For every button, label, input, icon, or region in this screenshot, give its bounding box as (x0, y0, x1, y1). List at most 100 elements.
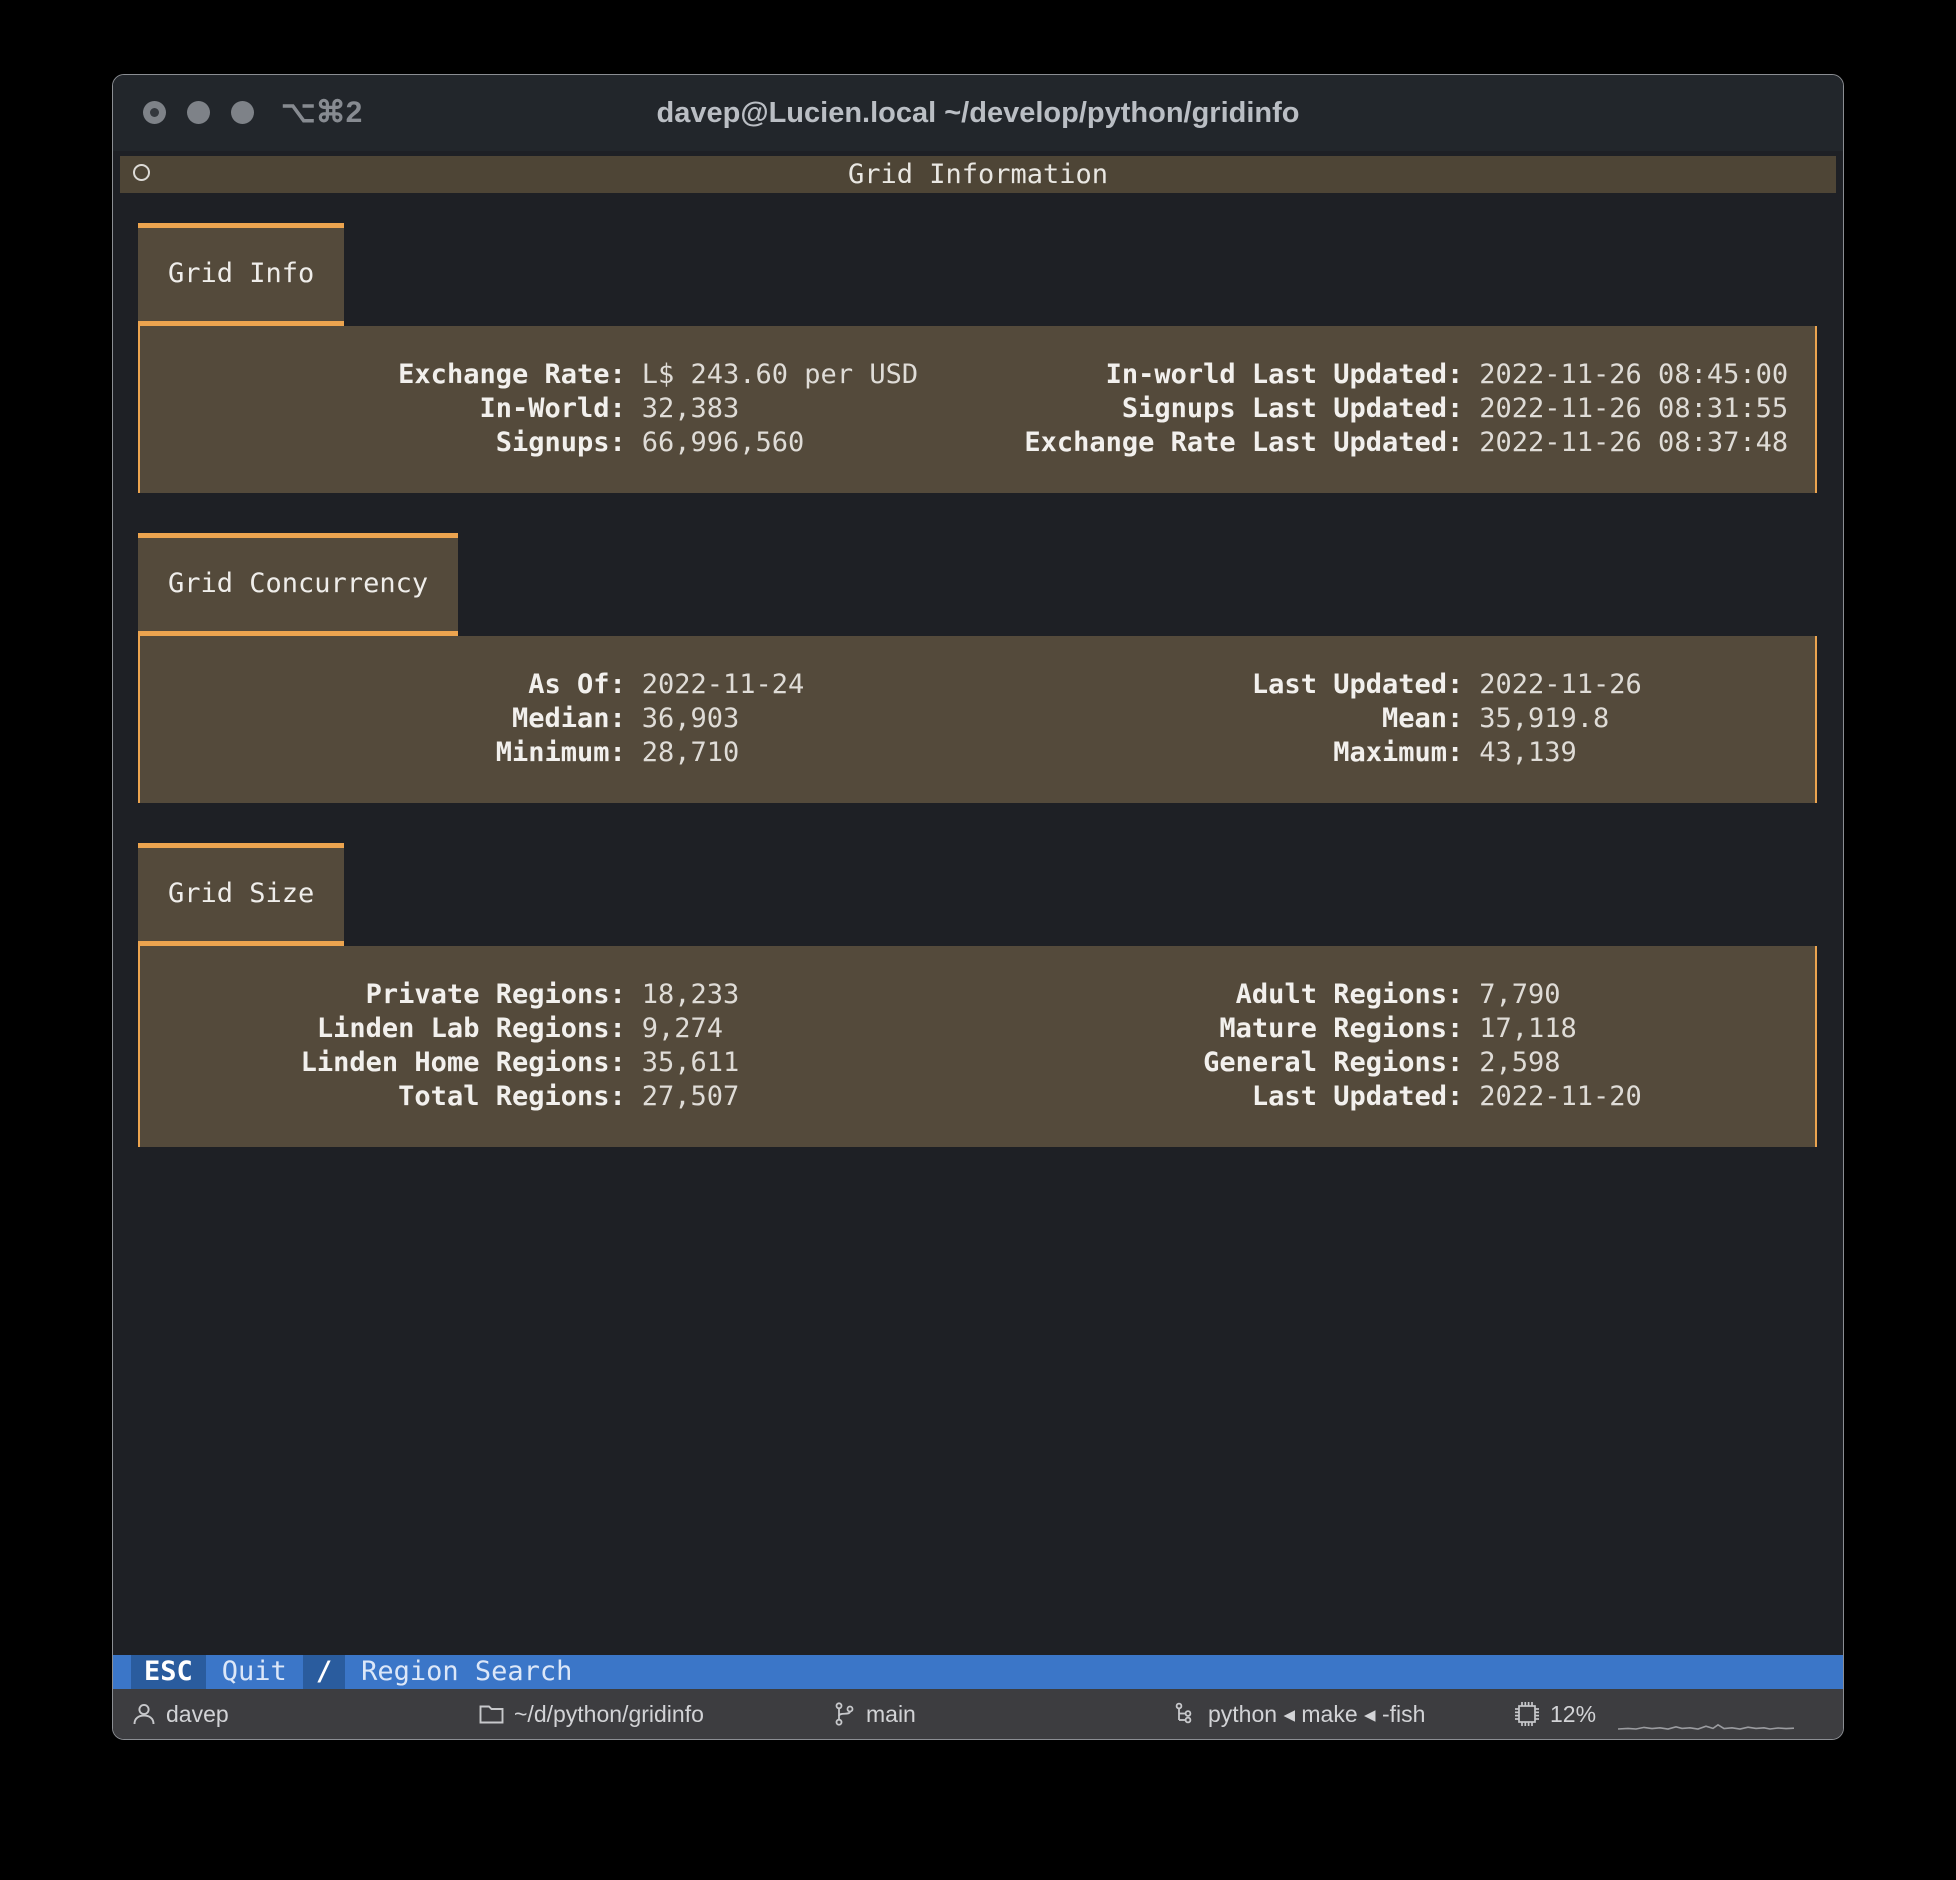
panel-left-column: Exchange Rate:L$ 243.60 per USDIn-World:… (140, 358, 978, 460)
field-value: 2,598 (1463, 1046, 1815, 1080)
tab-label: Grid Size (168, 848, 314, 940)
field-value: 2022-11-24 (626, 668, 978, 702)
field-value: 7,790 (1463, 978, 1815, 1012)
data-row: General Regions:2,598 (978, 1046, 1816, 1080)
field-value: 43,139 (1463, 736, 1815, 770)
tab-pane: Grid Size Private Regions:18,233Linden L… (138, 843, 1817, 1147)
statusbar-user-label: davep (166, 1701, 229, 1728)
footer-key[interactable]: ESC (131, 1655, 206, 1689)
panel: Exchange Rate:L$ 243.60 per USDIn-World:… (138, 326, 1817, 493)
data-row: Adult Regions:7,790 (978, 978, 1816, 1012)
panel-right-column: In-world Last Updated:2022-11-26 08:45:0… (978, 358, 1816, 460)
panel-left-column: Private Regions:18,233Linden Lab Regions… (140, 978, 978, 1114)
panel: As Of:2022-11-24Median:36,903Minimum:28,… (138, 636, 1817, 803)
field-value: 2022-11-26 08:45:00 (1463, 358, 1815, 392)
field-value: 9,274 (626, 1012, 978, 1046)
field-label: Exchange Rate: (140, 358, 626, 392)
terminal-content: Grid Information Grid Info Exchange Rate… (113, 151, 1843, 1739)
data-row: Exchange Rate Last Updated:2022-11-26 08… (978, 426, 1816, 460)
tab-label: Grid Concurrency (168, 538, 428, 630)
data-row: Exchange Rate:L$ 243.60 per USD (140, 358, 978, 392)
user-icon (131, 1701, 157, 1727)
field-label: Maximum: (978, 736, 1464, 770)
field-label: General Regions: (978, 1046, 1464, 1080)
data-row: Private Regions:18,233 (140, 978, 978, 1012)
data-row: Last Updated:2022-11-26 (978, 668, 1816, 702)
panel-left-column: As Of:2022-11-24Median:36,903Minimum:28,… (140, 668, 978, 770)
field-label: Adult Regions: (978, 978, 1464, 1012)
data-row: As Of:2022-11-24 (140, 668, 978, 702)
data-row: Maximum:43,139 (978, 736, 1816, 770)
statusbar-cpu[interactable]: 12% (1513, 1689, 1596, 1739)
footer-keybar: ESCQuit/Region Search (113, 1655, 1843, 1689)
data-row: Signups:66,996,560 (140, 426, 978, 460)
data-row: Mature Regions:17,118 (978, 1012, 1816, 1046)
field-label: In-World: (140, 392, 626, 426)
data-row: Total Regions:27,507 (140, 1080, 978, 1114)
footer-action[interactable]: Quit (206, 1655, 303, 1689)
tab-panes: Grid Info Exchange Rate:L$ 243.60 per US… (113, 193, 1843, 1147)
tab[interactable]: Grid Concurrency (138, 533, 458, 636)
field-value: 66,996,560 (626, 426, 978, 460)
field-label: Mature Regions: (978, 1012, 1464, 1046)
statusbar-processes-label: python ◂ make ◂ -fish (1208, 1701, 1425, 1728)
panel: Private Regions:18,233Linden Lab Regions… (138, 946, 1817, 1147)
cpu-sparkline (1618, 1715, 1794, 1733)
field-label: Minimum: (140, 736, 626, 770)
footer-key[interactable]: / (303, 1655, 345, 1689)
desktop: ⌥⌘2 davep@Lucien.local ~/develop/python/… (0, 0, 1956, 1880)
field-label: Linden Home Regions: (140, 1046, 626, 1080)
field-value: 27,507 (626, 1080, 978, 1114)
statusbar-branch[interactable]: main (831, 1689, 916, 1739)
statusbar-user[interactable]: davep (131, 1689, 229, 1739)
field-value: 2022-11-26 08:31:55 (1463, 392, 1815, 426)
field-value: 32,383 (626, 392, 978, 426)
data-row: In-world Last Updated:2022-11-26 08:45:0… (978, 358, 1816, 392)
window-title: davep@Lucien.local ~/develop/python/grid… (113, 97, 1843, 130)
data-row: Mean:35,919.8 (978, 702, 1816, 736)
titlebar: ⌥⌘2 davep@Lucien.local ~/develop/python/… (113, 75, 1843, 151)
terminal-window: ⌥⌘2 davep@Lucien.local ~/develop/python/… (112, 74, 1844, 1740)
statusbar-processes[interactable]: python ◂ make ◂ -fish (1173, 1689, 1425, 1739)
statusbar-cpu-label: 12% (1550, 1701, 1596, 1728)
field-label: Linden Lab Regions: (140, 1012, 626, 1046)
field-value: 2022-11-20 (1463, 1080, 1815, 1114)
data-row: Linden Home Regions:35,611 (140, 1046, 978, 1080)
field-value: 28,710 (626, 736, 978, 770)
field-label: Private Regions: (140, 978, 626, 1012)
statusbar-branch-label: main (866, 1701, 916, 1728)
field-label: In-world Last Updated: (978, 358, 1464, 392)
tab[interactable]: Grid Info (138, 223, 344, 326)
statusbar-path[interactable]: ~/d/python/gridinfo (478, 1689, 704, 1739)
process-tree-icon (1173, 1701, 1199, 1727)
field-value: 2022-11-26 (1463, 668, 1815, 702)
tab-pane: Grid Concurrency As Of:2022-11-24Median:… (138, 533, 1817, 803)
field-value: 17,118 (1463, 1012, 1815, 1046)
tab-pane: Grid Info Exchange Rate:L$ 243.60 per US… (138, 223, 1817, 493)
field-value: 36,903 (626, 702, 978, 736)
git-branch-icon (831, 1701, 857, 1727)
field-label: Last Updated: (978, 1080, 1464, 1114)
field-label: Signups Last Updated: (978, 392, 1464, 426)
tab[interactable]: Grid Size (138, 843, 344, 946)
field-value: 35,919.8 (1463, 702, 1815, 736)
field-label: Signups: (140, 426, 626, 460)
panel-right-column: Last Updated:2022-11-26Mean:35,919.8Maxi… (978, 668, 1816, 770)
panel-right-column: Adult Regions:7,790Mature Regions:17,118… (978, 978, 1816, 1114)
field-value: 2022-11-26 08:37:48 (1463, 426, 1815, 460)
field-value: 18,233 (626, 978, 978, 1012)
data-row: In-World:32,383 (140, 392, 978, 426)
field-label: As Of: (140, 668, 626, 702)
field-label: Total Regions: (140, 1080, 626, 1114)
folder-icon (478, 1701, 505, 1727)
field-label: Median: (140, 702, 626, 736)
data-row: Linden Lab Regions:9,274 (140, 1012, 978, 1046)
cpu-chip-icon (1513, 1700, 1541, 1728)
footer-action[interactable]: Region Search (345, 1655, 588, 1689)
field-label: Mean: (978, 702, 1464, 736)
data-row: Signups Last Updated:2022-11-26 08:31:55 (978, 392, 1816, 426)
field-value: L$ 243.60 per USD (626, 358, 978, 392)
data-row: Minimum:28,710 (140, 736, 978, 770)
field-value: 35,611 (626, 1046, 978, 1080)
statusbar: davep ~/d/python/gridinfo (113, 1689, 1843, 1739)
